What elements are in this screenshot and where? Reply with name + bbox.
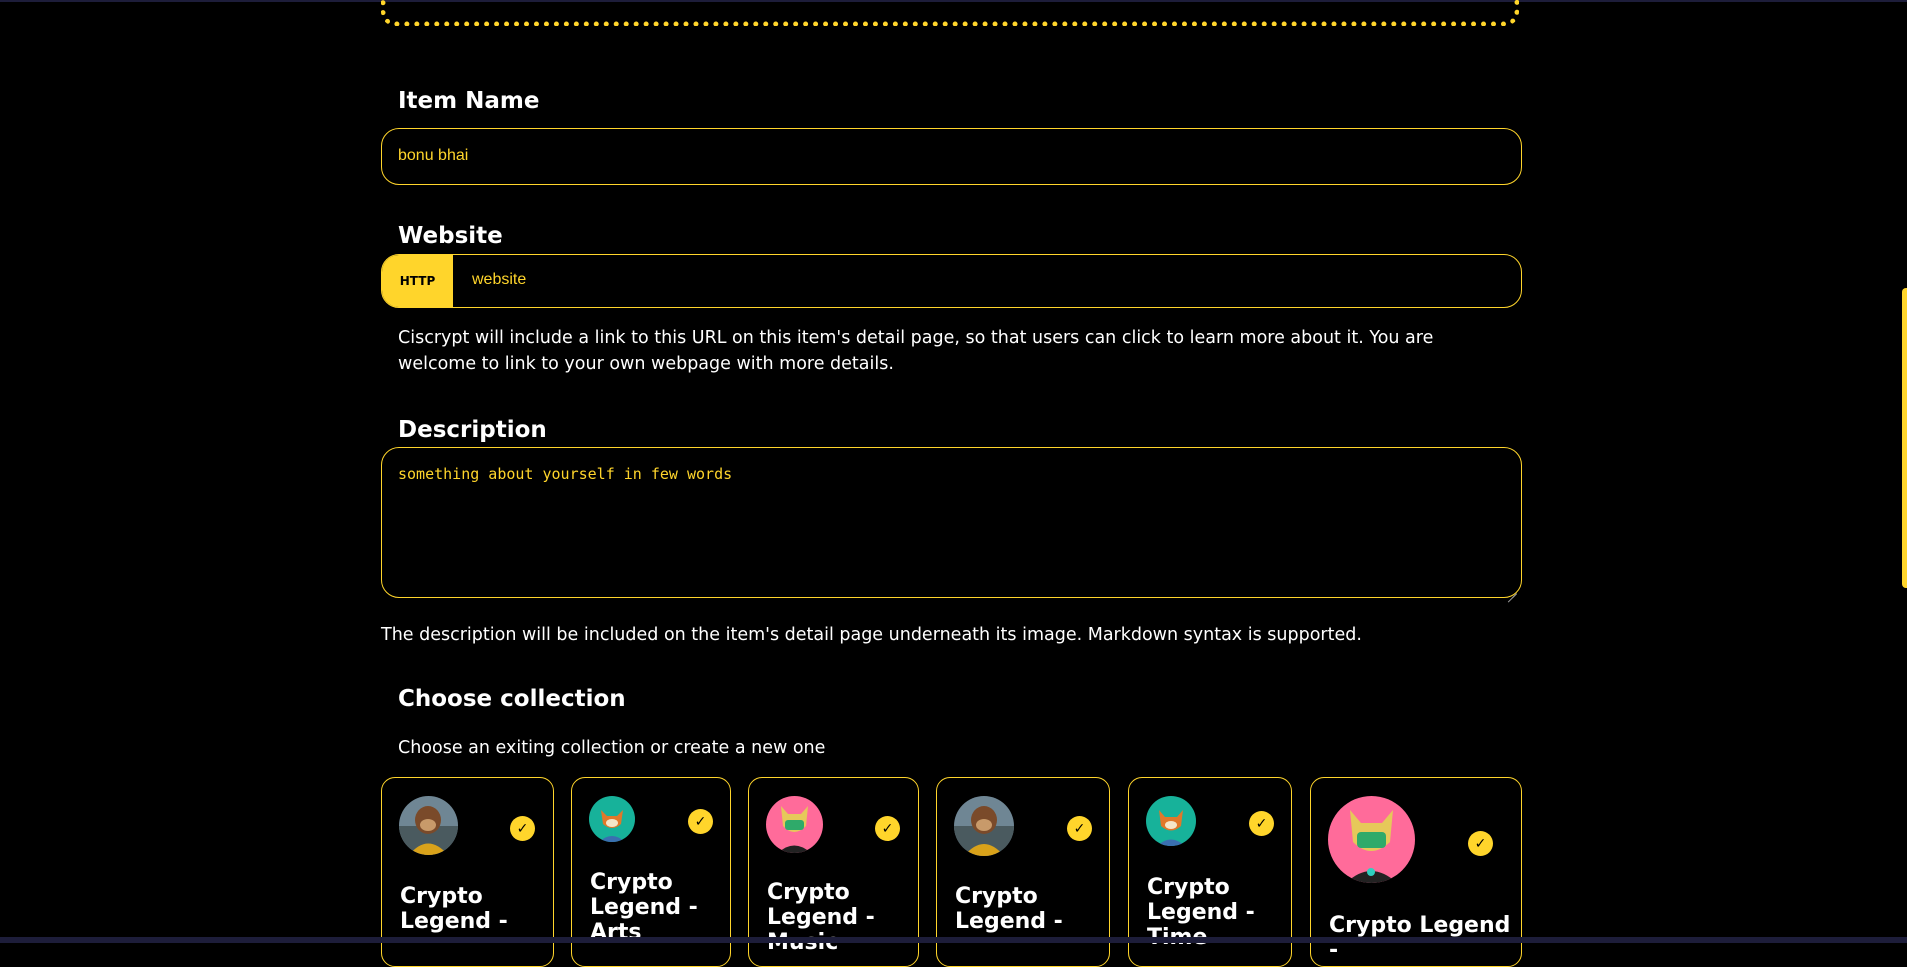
check-icon: ✓ — [688, 809, 713, 834]
description-placeholder: something about yourself in few words — [398, 465, 733, 483]
fox-teal-avatar — [1146, 796, 1196, 846]
website-help-text: Ciscrypt will include a link to this URL… — [398, 328, 1434, 374]
description-help-text: The description will be included on the … — [381, 625, 1362, 645]
description-textarea[interactable]: something about yourself in few words — [381, 447, 1522, 598]
window-bottom-edge — [0, 937, 1907, 943]
choose-collection-label: Choose collection — [398, 686, 626, 712]
choose-collection-subtitle: Choose an exiting collection or create a… — [398, 738, 826, 758]
scrollbar-thumb[interactable] — [1902, 288, 1907, 588]
item-name-value: bonu bhai — [398, 147, 469, 164]
website-label: Website — [398, 223, 503, 249]
collection-card-title: Crypto Legend - Music — [767, 880, 875, 955]
check-icon: ✓ — [875, 816, 900, 841]
fox-teal-avatar — [589, 796, 635, 842]
http-prefix-badge: HTTP — [382, 255, 453, 307]
ape-avatar — [954, 796, 1014, 856]
ape-avatar — [399, 796, 458, 855]
check-icon: ✓ — [1249, 811, 1274, 836]
item-name-label: Item Name — [398, 88, 540, 114]
collection-card-title: Crypto Legend - — [400, 884, 508, 934]
website-value: website — [472, 271, 527, 288]
check-icon: ✓ — [510, 816, 535, 841]
fox-pink-avatar — [766, 796, 823, 853]
collection-card-title: Crypto Legend - — [955, 884, 1063, 934]
upload-dropzone[interactable] — [381, 0, 1519, 26]
check-icon: ✓ — [1468, 831, 1493, 856]
fox-pink-avatar — [1328, 796, 1415, 883]
resize-handle-icon[interactable] — [1508, 585, 1517, 594]
check-icon: ✓ — [1067, 816, 1092, 841]
collection-card-title: Crypto Legend - Arts — [590, 870, 698, 945]
description-label: Description — [398, 417, 547, 443]
item-name-input[interactable]: bonu bhai — [381, 128, 1522, 185]
website-input[interactable]: HTTP website — [381, 254, 1522, 308]
